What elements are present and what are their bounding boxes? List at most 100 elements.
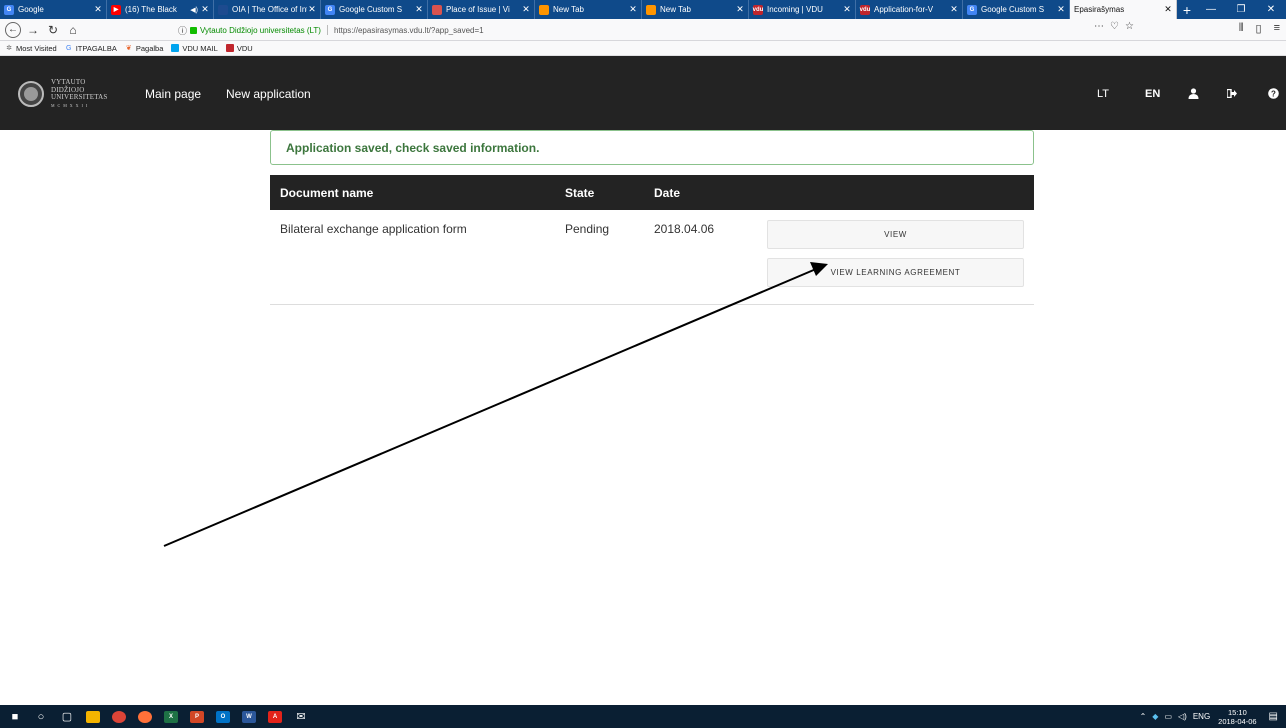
browser-tab[interactable]: G Google Custom S ✕ (321, 0, 428, 19)
page-actions-icon[interactable]: ⋯ (1094, 21, 1104, 32)
cell-document-name: Bilateral exchange application form (280, 222, 467, 236)
lang-en[interactable]: EN (1145, 74, 1160, 113)
back-button[interactable]: ← (5, 21, 21, 38)
tab-title: OIA | The Office of Int (232, 5, 307, 14)
info-icon[interactable]: ⓘ (178, 24, 187, 37)
reload-button[interactable]: ↻ (45, 22, 61, 38)
user-icon[interactable] (1186, 74, 1200, 113)
screenshot: G Google ✕ ▶ (16) The Black ◀) ✕ OIA | The Offi… (0, 0, 1286, 728)
browser-tab[interactable]: vdu Application-for-V ✕ (856, 0, 963, 19)
tab-title: Epasirašymas (1074, 5, 1125, 14)
excel-icon[interactable]: X (160, 705, 182, 728)
browser-tab[interactable]: New Tab ✕ (535, 0, 642, 19)
browser-tab[interactable]: G Google ✕ (0, 0, 107, 19)
search-icon[interactable]: ○ (30, 705, 52, 728)
bookmark-item[interactable]: G ITPAGALBA (65, 44, 117, 53)
tab-close-icon[interactable]: ✕ (1056, 4, 1066, 15)
tab-title: Incoming | VDU (767, 5, 823, 14)
tab-title: New Tab (553, 5, 584, 14)
view-button[interactable]: VIEW (767, 220, 1024, 249)
bookmark-label: Most Visited (16, 43, 57, 53)
task-view-icon[interactable]: ▢ (56, 705, 78, 728)
nav-new-application[interactable]: New application (226, 74, 311, 113)
tab-favicon-icon: G (967, 4, 977, 15)
tab-close-icon[interactable]: ✕ (414, 4, 424, 15)
bookmark-item[interactable]: VDU (225, 43, 253, 53)
bookmark-item[interactable]: ✲ Most Visited (5, 44, 57, 53)
sidebar-icon[interactable]: ▯ (1256, 22, 1262, 35)
restore-icon[interactable]: ❐ (1226, 0, 1256, 19)
tray-chevron-icon[interactable]: ⌃ (1140, 712, 1147, 721)
tray-app-icon[interactable]: ◆ (1152, 712, 1158, 721)
site-identity[interactable]: Vytauto Didžiojo universitetas (LT) (200, 26, 321, 35)
browser-tab[interactable]: ▶ (16) The Black ◀) ✕ (107, 0, 214, 19)
pocket-icon[interactable]: ♡ (1110, 21, 1119, 32)
url-text[interactable]: https://epasirasymas.vdu.lt/?app_saved=1 (334, 26, 484, 35)
tab-close-icon[interactable]: ✕ (735, 4, 745, 15)
svg-text:?: ? (1271, 90, 1276, 99)
tab-favicon-icon (432, 4, 442, 15)
notifications-icon[interactable]: ▤ (1269, 711, 1278, 722)
view-learning-agreement-button[interactable]: VIEW LEARNING AGREEMENT (767, 258, 1024, 287)
firefox-icon[interactable] (134, 705, 156, 728)
browser-tab[interactable]: G Google Custom S ✕ (963, 0, 1070, 19)
tab-audio-icon[interactable]: ◀) (190, 6, 198, 14)
file-explorer-icon[interactable] (82, 705, 104, 728)
site-header: VYTAUTO DIDŽIOJO UNIVERSITETAS M C M X X… (0, 56, 1286, 130)
table-row: Bilateral exchange application form Pend… (270, 210, 1034, 305)
tab-close-icon[interactable]: ✕ (949, 4, 959, 15)
bookmark-star-icon[interactable]: ☆ (1125, 21, 1134, 32)
outlook-icon[interactable]: O (212, 705, 234, 728)
header-document-name: Document name (280, 186, 374, 200)
mail-icon[interactable]: ✉ (290, 705, 312, 728)
browser-tab[interactable]: Place of Issue | Vi ✕ (428, 0, 535, 19)
url-bar[interactable]: ⓘ Vytauto Didžiojo universitetas (LT) ht… (178, 22, 1122, 38)
bookmark-label: VDU (236, 43, 253, 53)
tab-close-icon[interactable]: ✕ (93, 4, 103, 15)
system-tray: ⌃ ◆ ▭ ◁) ENG 15:10 2018-04-06 ▤ (1140, 705, 1286, 728)
browser-nav-toolbar: ← → ↻ ⌂ ⓘ Vytauto Didžiojo universitetas… (0, 19, 1286, 41)
lock-icon[interactable] (190, 26, 198, 34)
tab-favicon-icon: G (4, 4, 14, 15)
google-icon: G (65, 44, 72, 52)
volume-icon[interactable]: ◁) (1178, 712, 1187, 721)
acrobat-icon[interactable]: A (264, 705, 286, 728)
powerpoint-icon[interactable]: P (186, 705, 208, 728)
tab-close-icon[interactable]: ✕ (628, 4, 638, 15)
new-tab-button[interactable]: + (1177, 0, 1197, 19)
url-separator (326, 25, 328, 35)
windows-icon (171, 44, 180, 52)
minimize-icon[interactable]: — (1196, 0, 1226, 19)
home-button[interactable]: ⌂ (65, 22, 81, 38)
help-icon[interactable]: ? (1266, 74, 1280, 113)
browser-tab[interactable]: OIA | The Office of Int ✕ (214, 0, 321, 19)
lang-lt[interactable]: LT (1097, 74, 1109, 113)
tab-close-icon[interactable]: ✕ (307, 4, 317, 15)
windows-start-icon[interactable]: ■ (4, 705, 26, 728)
language-indicator[interactable]: ENG (1193, 712, 1210, 721)
library-icon[interactable]: ⫴ (1239, 22, 1244, 35)
browser-tab[interactable]: vdu Incoming | VDU ✕ (749, 0, 856, 19)
clock[interactable]: 15:10 2018-04-06 (1218, 708, 1256, 726)
tab-close-icon[interactable]: ✕ (521, 4, 531, 15)
tab-close-icon[interactable]: ✕ (842, 4, 852, 15)
bookmark-label: VDU MAIL (182, 43, 218, 53)
tab-close-icon[interactable]: ✕ (200, 4, 210, 15)
menu-icon[interactable]: ≡ (1274, 22, 1280, 35)
tab-favicon-icon: vdu (859, 4, 871, 15)
tab-close-icon[interactable]: ✕ (1163, 4, 1173, 15)
nav-main-page[interactable]: Main page (145, 74, 201, 113)
forward-button[interactable]: → (25, 22, 41, 38)
browser-tab[interactable]: Epasirašymas ✕ (1070, 0, 1177, 19)
tab-title: Application-for-V (874, 5, 934, 14)
chrome-icon[interactable] (108, 705, 130, 728)
network-icon[interactable]: ▭ (1164, 712, 1172, 721)
browser-tab[interactable]: New Tab ✕ (642, 0, 749, 19)
close-window-icon[interactable]: ✕ (1256, 0, 1286, 19)
bookmark-item[interactable]: ❦ Pagalba (125, 44, 163, 53)
logout-icon[interactable] (1225, 74, 1239, 113)
word-icon[interactable]: W (238, 705, 260, 728)
bookmark-item[interactable]: VDU MAIL (171, 43, 218, 53)
tab-favicon-icon (646, 4, 656, 15)
tab-title: Google Custom S (981, 5, 1045, 14)
